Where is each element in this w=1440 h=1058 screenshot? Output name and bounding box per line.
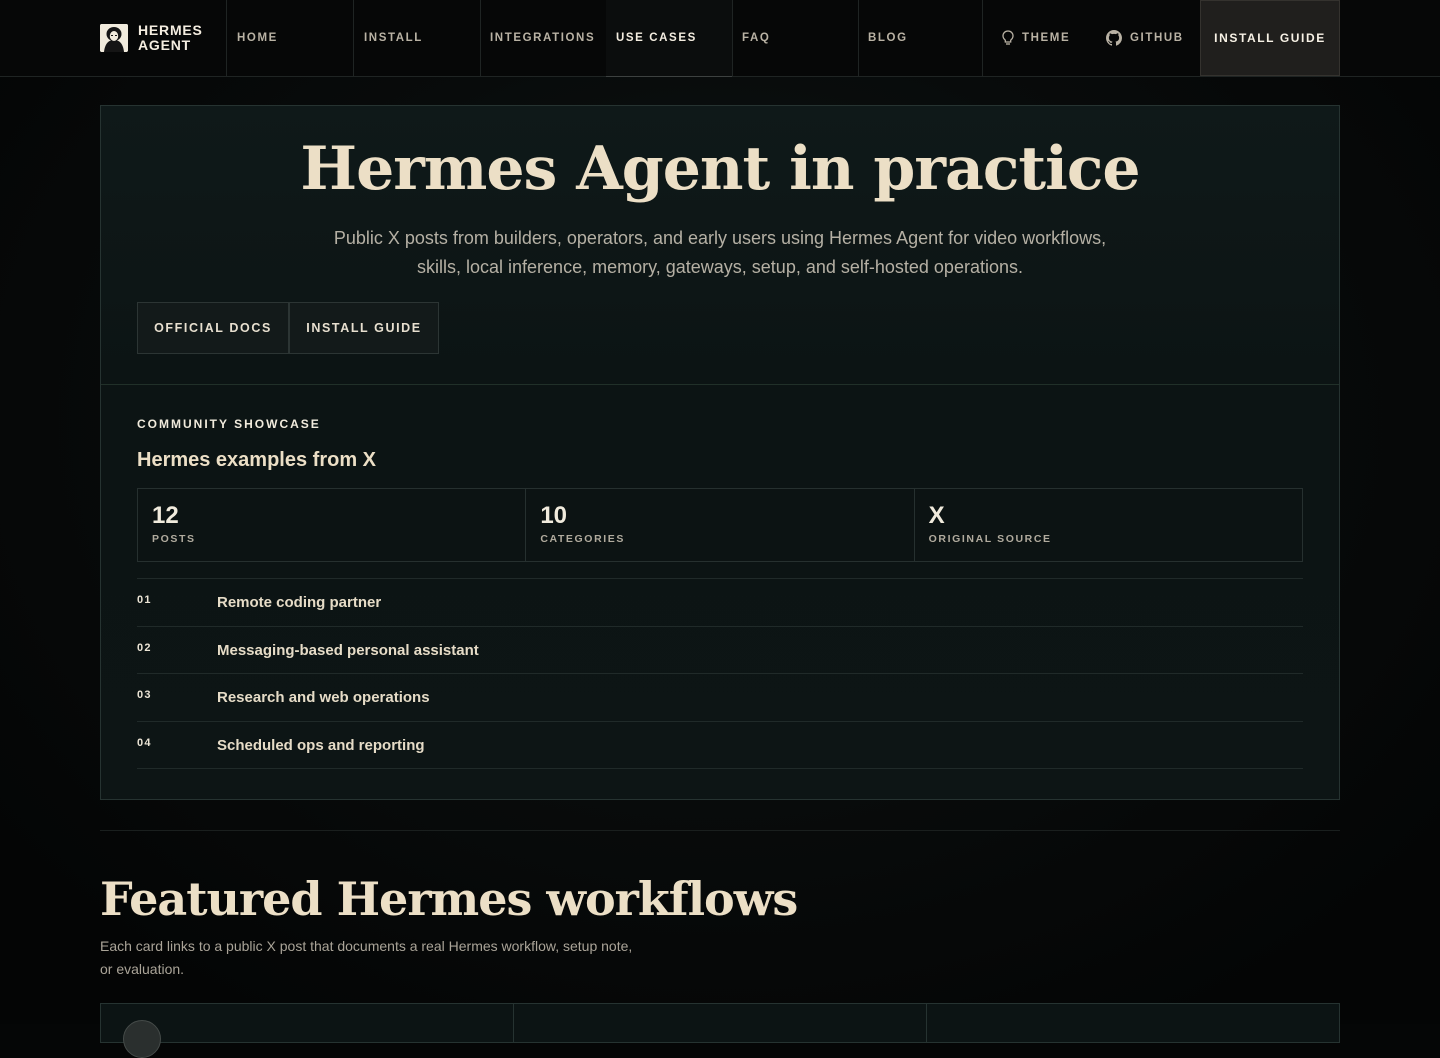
stat-label: CATEGORIES: [540, 533, 625, 545]
nav-use-cases[interactable]: USE CASES: [606, 0, 733, 77]
nav-integrations[interactable]: INTEGRATIONS: [480, 0, 607, 76]
lightbulb-icon: [1002, 30, 1014, 45]
install-guide-nav-button[interactable]: INSTALL GUIDE: [1200, 0, 1340, 76]
list-item[interactable]: 04 Scheduled ops and reporting: [137, 722, 1303, 769]
nav-home[interactable]: HOME: [227, 0, 354, 76]
stat-value: 10: [540, 502, 568, 529]
github-label: GITHUB: [1130, 32, 1184, 44]
list-number: 03: [137, 689, 152, 701]
hero-subtitle: Public X posts from builders, operators,…: [333, 228, 1107, 277]
theme-label: THEME: [1022, 32, 1071, 44]
panel-divider: [101, 384, 1339, 385]
workflow-card[interactable]: [514, 1004, 927, 1042]
list-item[interactable]: 01 Remote coding partner: [137, 579, 1303, 627]
featured-subtitle: Each card links to a public X post that …: [100, 938, 633, 977]
featured-title: Featured Hermes workflows: [100, 872, 798, 926]
workflow-card[interactable]: [927, 1004, 1339, 1042]
list-number: 01: [137, 594, 152, 606]
brand-name: HERMES AGENT: [138, 23, 203, 53]
section-divider: [100, 830, 1340, 831]
list-item[interactable]: 02 Messaging-based personal assistant: [137, 627, 1303, 674]
official-docs-button[interactable]: OFFICIAL DOCS: [137, 302, 289, 354]
brand-line1: HERMES: [138, 22, 203, 38]
stat-value: X: [928, 502, 945, 529]
use-case-list: 01 Remote coding partner 02 Messaging-ba…: [137, 578, 1303, 769]
list-label: Research and web operations: [217, 689, 430, 706]
nav-install[interactable]: INSTALL: [354, 0, 481, 76]
hero-panel: Hermes Agent in practice Public X posts …: [100, 105, 1340, 800]
list-label: Scheduled ops and reporting: [217, 736, 425, 754]
stats-row: 12 POSTS 10 CATEGORIES X ORIGINAL SOURCE: [137, 488, 1303, 562]
list-label: Remote coding partner: [217, 594, 382, 611]
stat-value: 12: [152, 502, 179, 529]
top-nav: HERMES AGENT HOME INSTALL INTEGRATIONS U…: [0, 0, 1440, 77]
avatar: [123, 1020, 161, 1058]
list-label: Messaging-based personal assistant: [217, 641, 479, 659]
github-icon: [1106, 30, 1122, 46]
theme-toggle[interactable]: THEME: [1002, 0, 1070, 76]
stat-label: POSTS: [152, 533, 196, 545]
nav-faq[interactable]: FAQ: [732, 0, 859, 76]
workflow-card[interactable]: [101, 1004, 514, 1058]
brand-logo-link[interactable]: HERMES AGENT: [100, 0, 227, 76]
list-item[interactable]: 03 Research and web operations: [137, 674, 1303, 722]
brand-line2: AGENT: [138, 37, 191, 53]
stat-label: ORIGINAL SOURCE: [928, 533, 1052, 545]
nav-blog[interactable]: BLOG: [858, 0, 983, 76]
github-link[interactable]: GITHUB: [1106, 0, 1184, 76]
list-number: 04: [137, 736, 152, 749]
showcase-eyebrow: COMMUNITY SHOWCASE: [137, 417, 321, 431]
page-title: Hermes Agent in practice: [300, 134, 1140, 204]
stat-source: X ORIGINAL SOURCE: [915, 489, 1302, 561]
list-number: 02: [137, 641, 152, 654]
install-guide-button[interactable]: INSTALL GUIDE: [289, 302, 439, 354]
stat-categories: 10 CATEGORIES: [526, 489, 915, 561]
hermes-logo-icon: [100, 24, 128, 52]
workflow-cards: [100, 1003, 1340, 1058]
showcase-title: Hermes examples from X: [137, 449, 377, 471]
stat-posts: 12 POSTS: [138, 489, 527, 561]
